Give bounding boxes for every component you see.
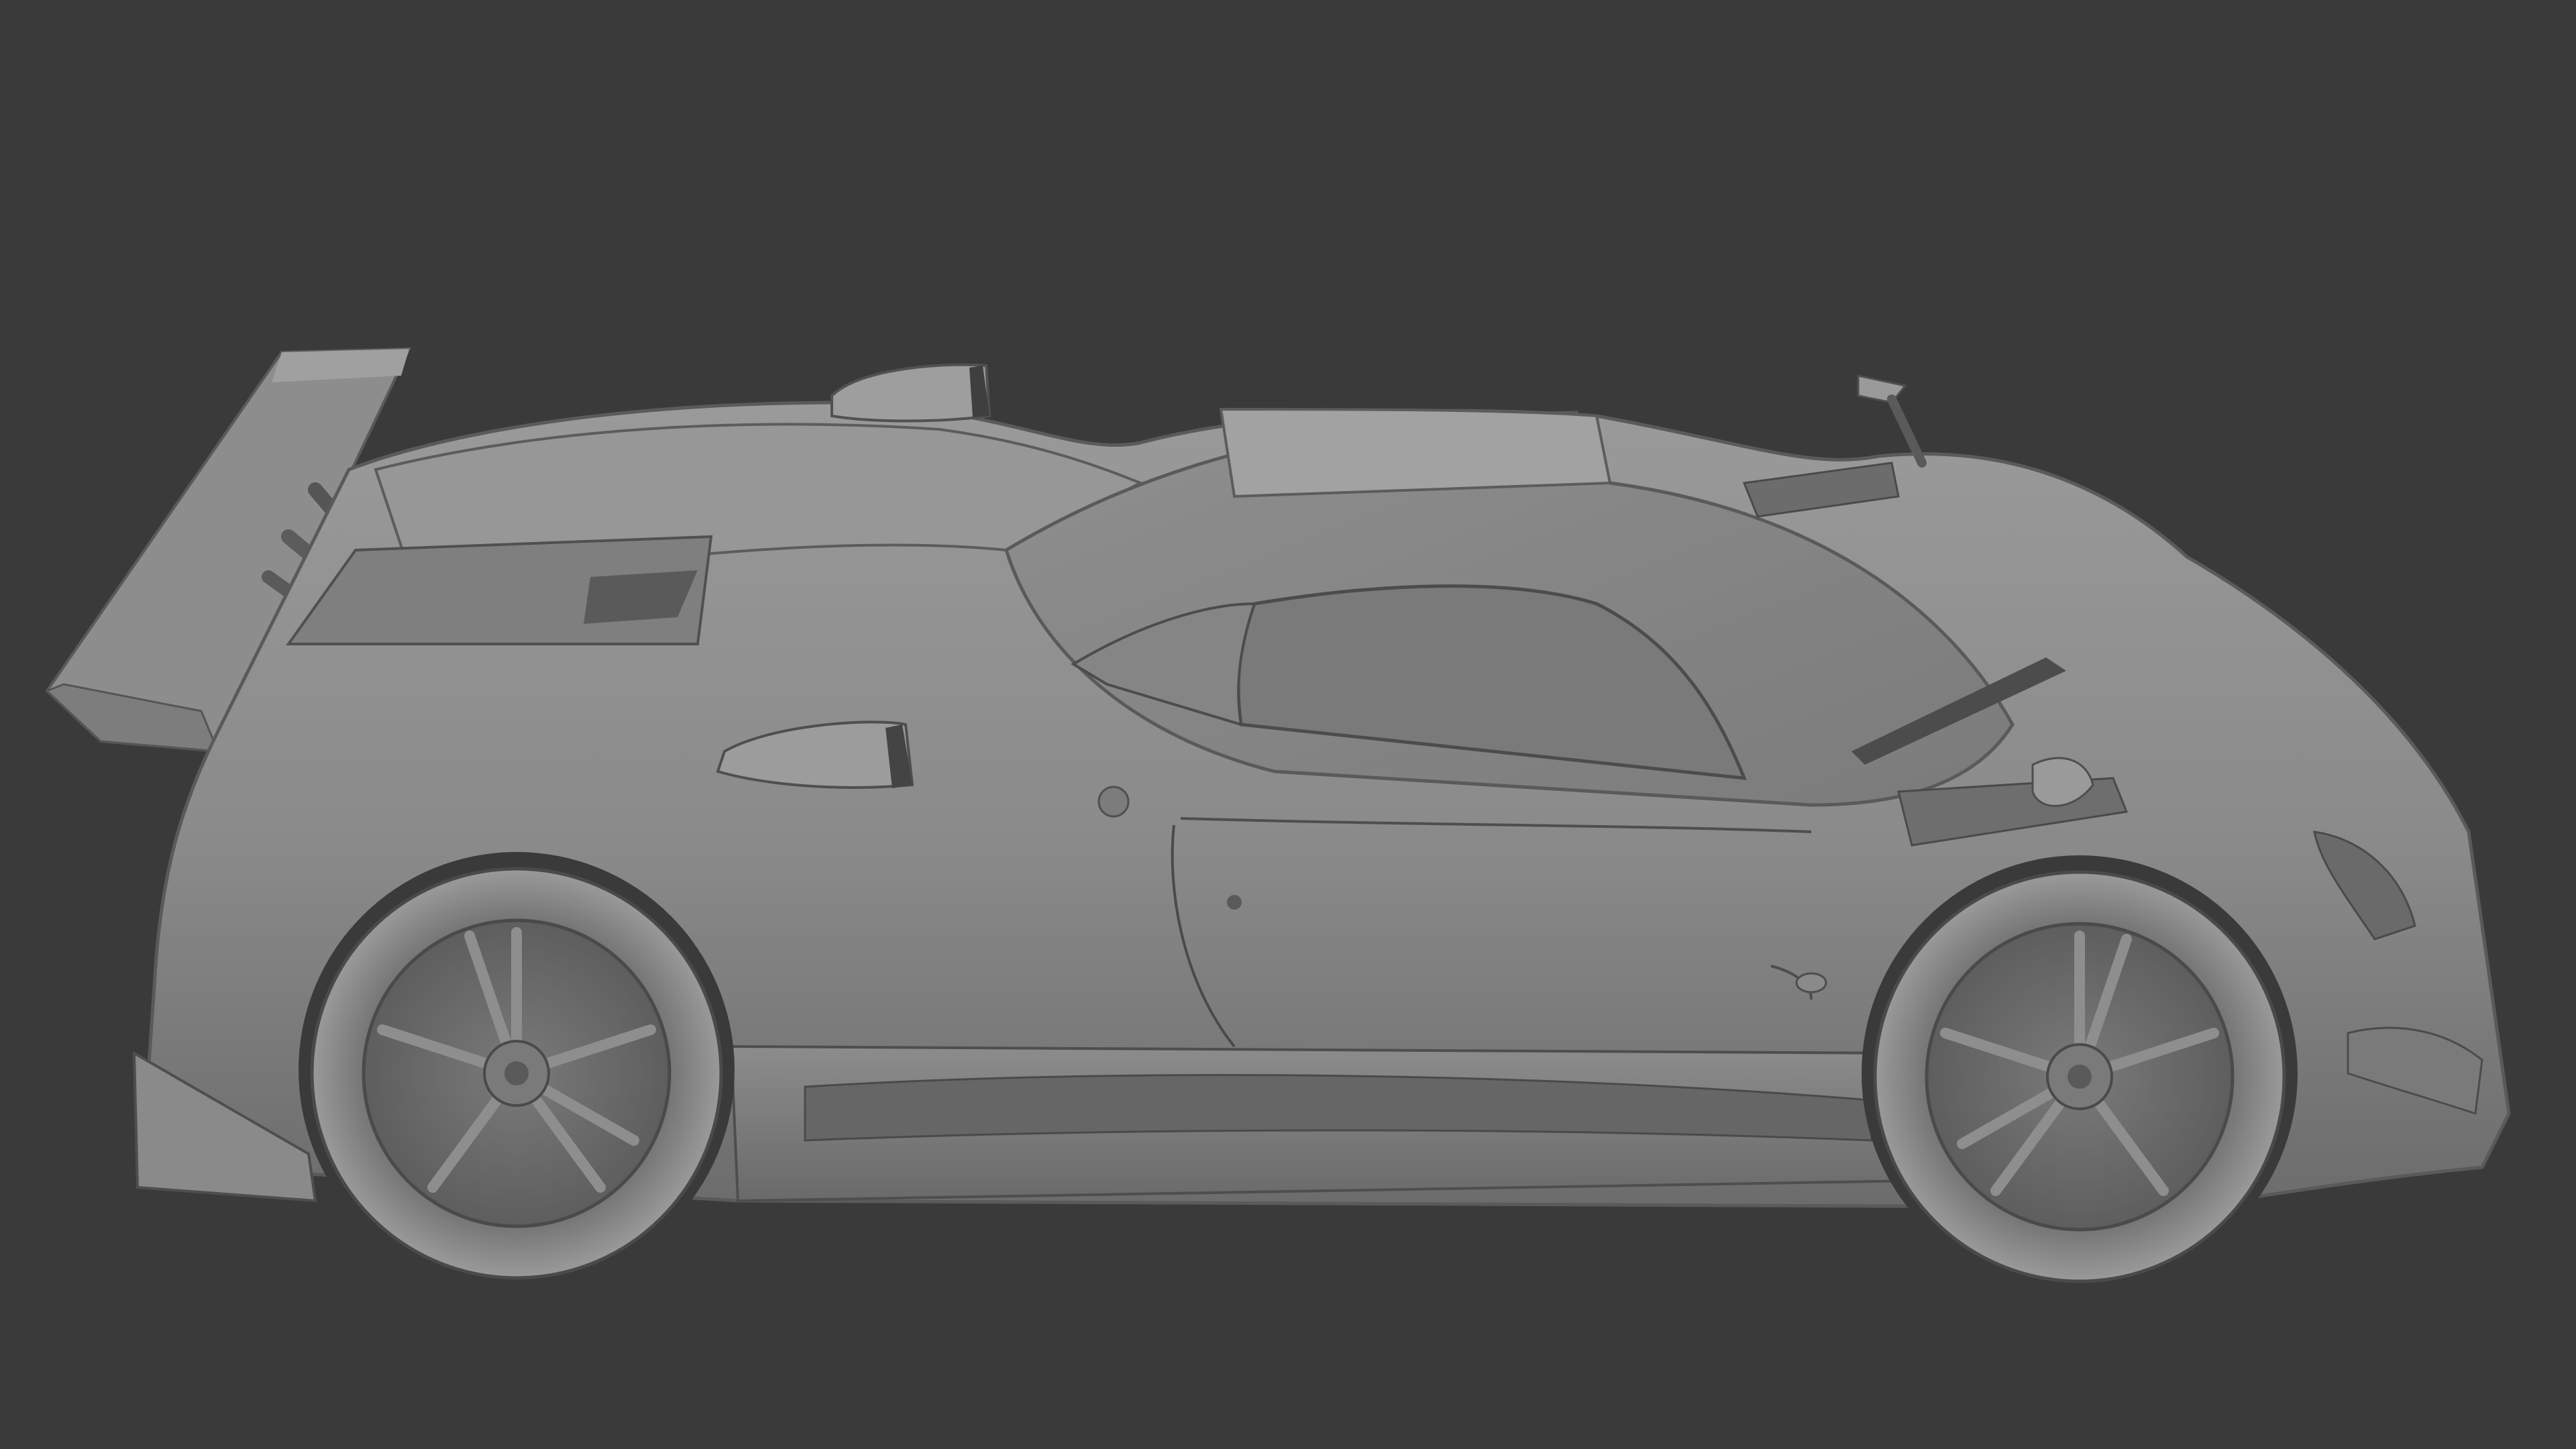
front-wheel (1862, 855, 2298, 1291)
mirror (1857, 374, 1927, 468)
car-render (45, 347, 2511, 1291)
viewport[interactable] (0, 0, 2576, 1449)
rear-wheel (299, 852, 735, 1288)
